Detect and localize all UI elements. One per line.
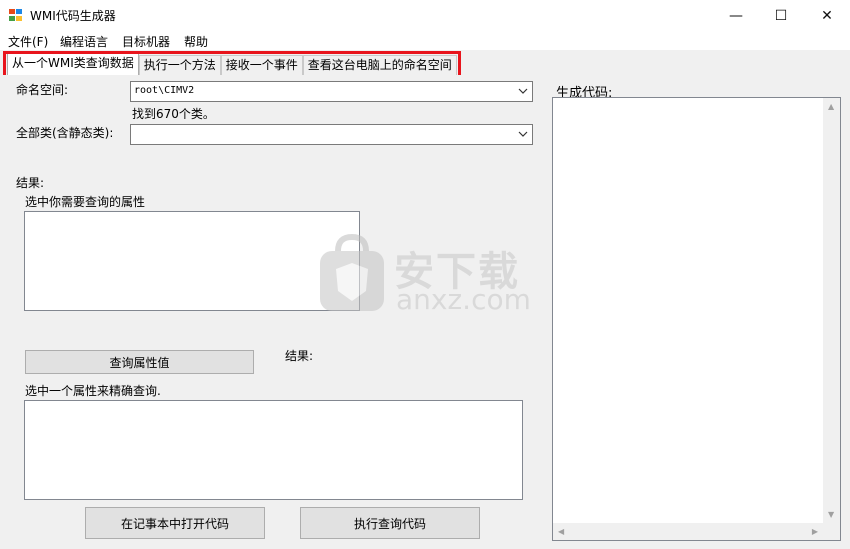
menu-help[interactable]: 帮助 [184,33,208,50]
tab-receive-event[interactable]: 接收一个事件 [220,55,303,76]
namespace-label: 命名空间: [16,83,69,97]
class-combobox[interactable] [130,124,533,145]
namespace-combobox[interactable]: root\CIMV2 [130,81,533,102]
tab-execute-method[interactable]: 执行一个方法 [138,55,221,76]
horizontal-scrollbar[interactable]: ◀ ▶ [553,523,823,540]
menu-target-machine[interactable]: 目标机器 [122,33,170,50]
tab-strip: 从一个WMI类查询数据 执行一个方法 接收一个事件 查看这台电脑上的命名空间 [7,53,457,76]
menu-file[interactable]: 文件(F) [8,33,48,50]
close-button[interactable]: ✕ [804,0,850,31]
exact-query-listbox[interactable] [24,400,523,500]
window-title: WMI代码生成器 [30,9,116,23]
generated-code-textbox[interactable]: ▲ ▼ ◀ ▶ [552,97,841,541]
scroll-left-icon[interactable]: ◀ [558,527,564,536]
tab-browse-namespaces[interactable]: 查看这台电脑上的命名空间 [302,55,457,76]
namespace-value: root\CIMV2 [134,85,195,96]
tab-query-class[interactable]: 从一个WMI类查询数据 [7,53,139,75]
watermark: 安下载 anxz.com [316,233,536,316]
query-values-button[interactable]: 查询属性值 [25,350,254,374]
maximize-button[interactable]: ☐ [758,0,804,31]
classes-found-text: 找到670个类。 [132,107,215,121]
scrollbar-corner [823,523,840,540]
all-classes-label: 全部类(含静态类): [16,126,114,140]
results-label-2: 结果: [285,349,314,363]
select-property-exact-label: 选中一个属性来精确查询. [25,384,161,398]
app-icon [9,9,23,22]
chevron-down-icon [518,88,528,94]
chevron-down-icon [518,131,528,137]
scroll-down-icon[interactable]: ▼ [828,510,834,519]
properties-listbox[interactable] [24,211,360,311]
vertical-scrollbar[interactable]: ▲ ▼ [823,98,840,523]
menu-language[interactable]: 编程语言 [60,33,108,50]
title-bar: WMI代码生成器 — ☐ ✕ [0,0,850,31]
minimize-button[interactable]: — [713,0,759,31]
select-properties-label: 选中你需要查询的属性 [25,195,146,209]
menu-bar: 文件(F) 编程语言 目标机器 帮助 [0,31,850,50]
scroll-up-icon[interactable]: ▲ [828,102,834,111]
open-notepad-button[interactable]: 在记事本中打开代码 [85,507,265,539]
scroll-right-icon[interactable]: ▶ [812,527,818,536]
shield-bag-icon [320,233,384,311]
execute-code-button[interactable]: 执行查询代码 [300,507,480,539]
watermark-sub: anxz.com [396,283,531,316]
results-label: 结果: [16,176,45,190]
